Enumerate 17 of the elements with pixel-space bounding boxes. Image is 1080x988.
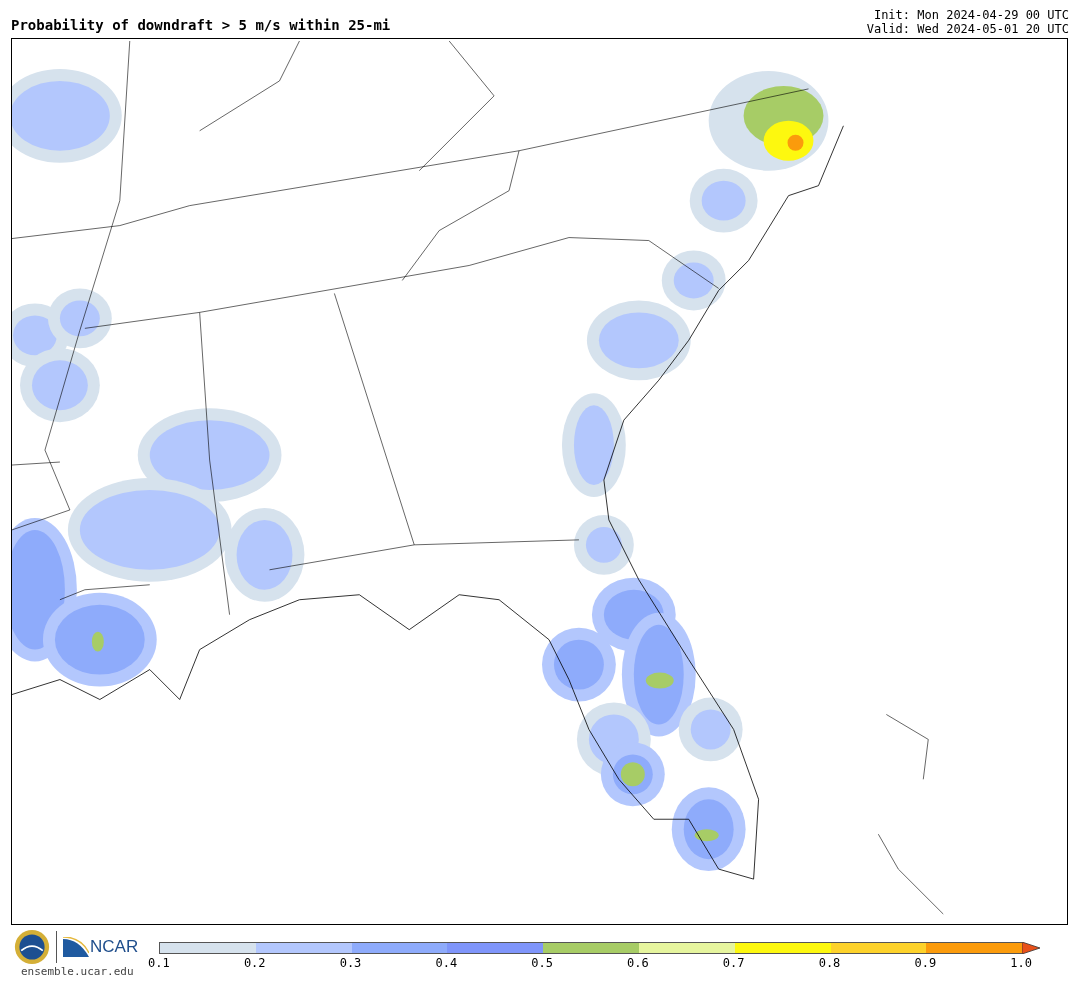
chart-title: Probability of downdraft > 5 m/s within 25-mi [11, 17, 391, 35]
valid-time: Valid: Wed 2024-05-01 20 UTC [866, 22, 1069, 36]
colorbar-tick-label: 0.8 [817, 956, 842, 970]
seal-icon [14, 929, 50, 965]
colorbar-tick-label: 0.7 [721, 956, 746, 970]
colorbar-tick-label: 0.9 [913, 956, 938, 970]
colorbar-tick-label: 0.1 [147, 956, 171, 970]
colorbar-tick-label: 0.4 [434, 956, 459, 970]
colorbar-tick-label: 0.5 [530, 956, 554, 970]
ncar-logo-icon [63, 937, 89, 957]
init-time: Init: Mon 2024-04-29 00 UTC [873, 8, 1069, 22]
site-url: ensemble.ucar.edu [20, 965, 135, 978]
colorbar-tick-label: 0.3 [338, 956, 363, 970]
colorbar-tick-label: 0.6 [626, 956, 650, 970]
ncar-logo-text: NCAR [90, 937, 139, 957]
colorbar-tick-label: 1.0 [1009, 956, 1033, 970]
colorbar-tick-label: 0.2 [242, 956, 267, 970]
